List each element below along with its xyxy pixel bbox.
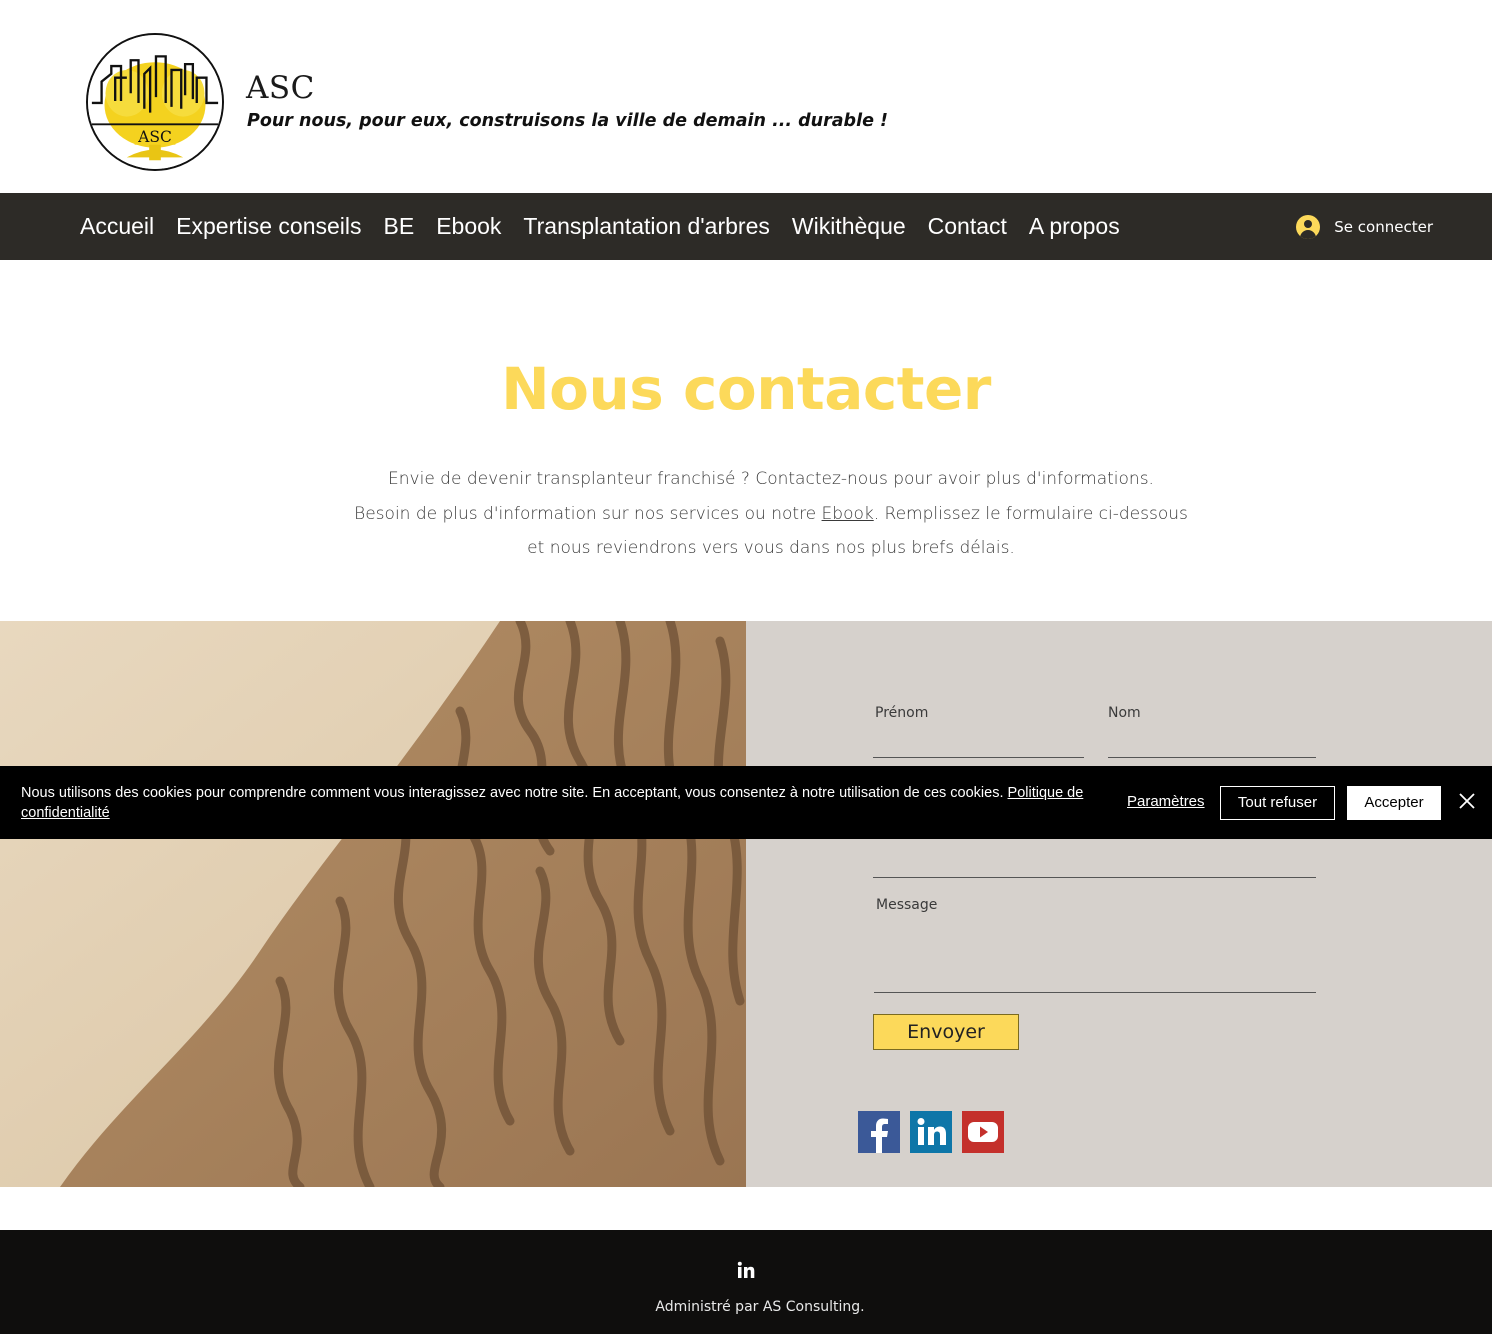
- intro-text: Envie de devenir transplanteur franchisé…: [346, 462, 1196, 566]
- cookie-settings-link[interactable]: Paramètres: [1127, 793, 1205, 810]
- nav-item-accueil[interactable]: Accueil: [80, 213, 154, 240]
- site-footer: Administré par AS Consulting.: [0, 1230, 1492, 1334]
- contact-form: Prénom Nom Message Envoyer: [746, 621, 1492, 1187]
- logo-text: ASC: [137, 128, 172, 146]
- last-name-label: Nom: [1108, 705, 1141, 721]
- footer-credit: Administré par AS Consulting.: [655, 1299, 865, 1315]
- tree-city-logo-icon: ASC: [88, 35, 222, 169]
- nav-item-expertise-conseils[interactable]: Expertise conseils: [176, 213, 361, 240]
- nav-item-wikitheque[interactable]: Wikithèque: [792, 213, 906, 240]
- login-button[interactable]: Se connecter: [1296, 209, 1433, 244]
- login-label: Se connecter: [1334, 217, 1433, 236]
- brand-title: ASC: [246, 70, 315, 106]
- nav-item-transplantation[interactable]: Transplantation d'arbres: [523, 213, 769, 240]
- nav-item-a-propos[interactable]: A propos: [1029, 213, 1120, 240]
- asc-logo[interactable]: ASC: [86, 33, 224, 171]
- intro-line-2: Besoin de plus d'information sur nos ser…: [346, 497, 1196, 566]
- facebook-icon[interactable]: [858, 1111, 900, 1153]
- first-name-label: Prénom: [875, 705, 929, 721]
- cookie-message: Nous utilisons des cookies pour comprend…: [21, 785, 1008, 801]
- nav-menu: Accueil Expertise conseils BE Ebook Tran…: [80, 193, 1142, 260]
- accept-button[interactable]: Accepter: [1347, 786, 1441, 820]
- cookie-text: Nous utilisons des cookies pour comprend…: [21, 783, 1101, 823]
- nav-item-ebook[interactable]: Ebook: [436, 213, 501, 240]
- close-icon[interactable]: [1458, 792, 1476, 810]
- linkedin-icon[interactable]: [910, 1111, 952, 1153]
- user-avatar-icon: [1296, 214, 1321, 239]
- message-field[interactable]: [874, 992, 1316, 993]
- youtube-icon[interactable]: [962, 1111, 1004, 1153]
- nav-item-contact[interactable]: Contact: [928, 213, 1007, 240]
- main-nav: Accueil Expertise conseils BE Ebook Tran…: [0, 193, 1492, 260]
- send-button[interactable]: Envoyer: [873, 1014, 1019, 1050]
- site-header: ASC ASC Pour nous, pour eux, construison…: [0, 0, 1492, 193]
- nav-item-be[interactable]: BE: [384, 213, 415, 240]
- page-title: Nous contacter: [501, 355, 991, 423]
- cookie-banner: Nous utilisons des cookies pour comprend…: [0, 766, 1492, 839]
- last-name-field[interactable]: [1108, 757, 1316, 758]
- first-name-field[interactable]: [873, 757, 1084, 758]
- intro-line-2-before: Besoin de plus d'information sur nos ser…: [354, 503, 822, 524]
- sand-dune-image: [0, 621, 746, 1187]
- brand-tagline: Pour nous, pour eux, construisons la vil…: [247, 111, 889, 131]
- message-label: Message: [876, 897, 938, 913]
- refuse-all-button[interactable]: Tout refuser: [1220, 786, 1335, 820]
- ebook-link[interactable]: Ebook: [822, 504, 874, 524]
- email-field[interactable]: [873, 877, 1316, 878]
- intro-line-1: Envie de devenir transplanteur franchisé…: [388, 469, 1154, 489]
- linkedin-icon[interactable]: [737, 1261, 755, 1279]
